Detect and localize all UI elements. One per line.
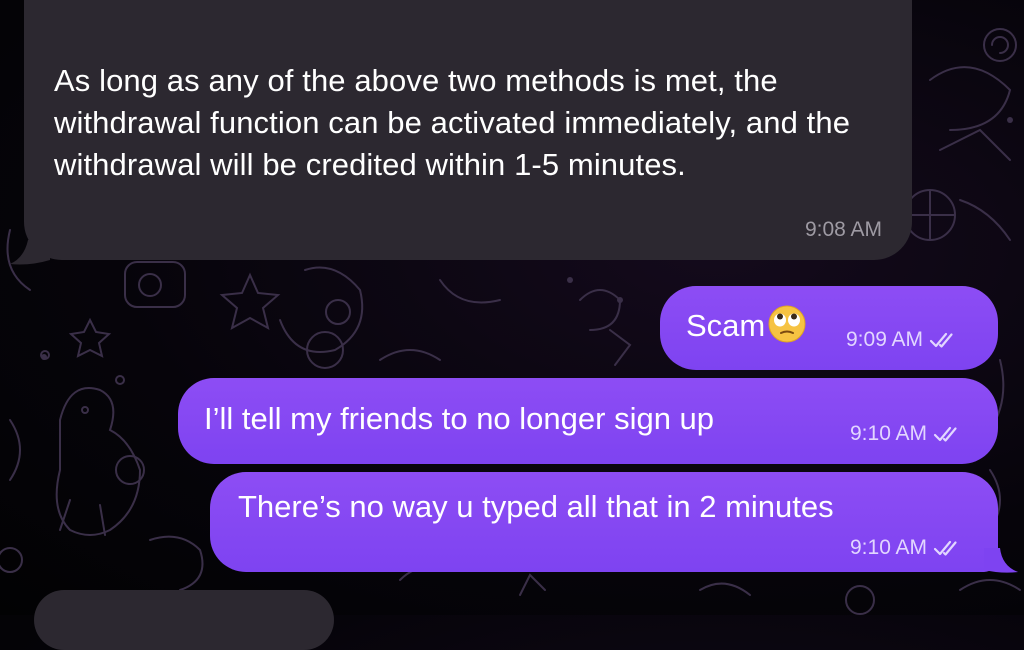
double-check-read-icon — [929, 332, 953, 348]
incoming-bubble-tail — [10, 240, 50, 265]
incoming-message-timestamp: 9:08 AM — [804, 218, 882, 241]
double-check-read-icon — [933, 540, 957, 556]
outgoing-message-text: There’s no way u typed all that in 2 min… — [238, 489, 834, 524]
face-with-rolling-eyes-emoji-icon — [768, 305, 806, 343]
outgoing-message-text: I’ll tell my friends to no longer sign u… — [204, 401, 715, 436]
incoming-message-text: As long as any of the above two methods … — [54, 63, 851, 182]
outgoing-message-timestamp: 9:10 AM — [850, 422, 928, 445]
outgoing-message-text: Scam — [686, 305, 807, 345]
outgoing-message-meta: 9:10 AM — [850, 422, 961, 446]
outgoing-message-timestamp: 9:09 AM — [846, 328, 924, 351]
outgoing-message-bubble[interactable]: There’s no way u typed all that in 2 min… — [210, 472, 998, 572]
outgoing-bubble-tail — [984, 548, 1018, 573]
incoming-message-bubble[interactable]: As long as any of the above two methods … — [24, 0, 912, 260]
incoming-message-bubble-partial[interactable] — [34, 590, 334, 650]
outgoing-message-timestamp: 9:10 AM — [850, 536, 928, 559]
double-check-read-icon — [933, 426, 957, 442]
outgoing-message-bubble[interactable]: I’ll tell my friends to no longer sign u… — [178, 378, 998, 464]
outgoing-message-meta: 9:10 AM — [850, 536, 961, 560]
outgoing-message-meta: 9:09 AM — [846, 328, 957, 352]
outgoing-message-bubble[interactable]: Scam 9:09 AM — [660, 286, 998, 370]
